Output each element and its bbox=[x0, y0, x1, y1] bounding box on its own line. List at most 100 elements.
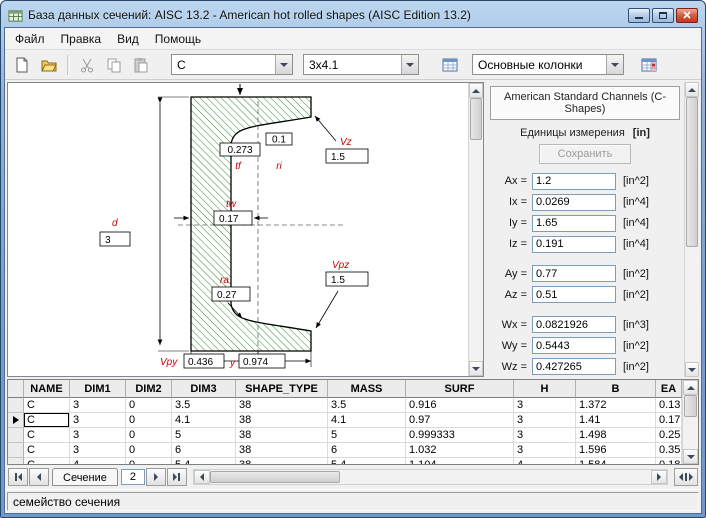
shape-size-combo[interactable]: 3x4.1 bbox=[303, 54, 419, 75]
cell[interactable]: C bbox=[24, 398, 70, 413]
cell[interactable]: 1.032 bbox=[406, 443, 514, 458]
cell[interactable]: 6 bbox=[172, 443, 236, 458]
cell[interactable]: 0.17 bbox=[656, 413, 682, 428]
cell[interactable]: 5.4 bbox=[328, 458, 406, 464]
scrollbar-track[interactable] bbox=[469, 98, 483, 361]
cell[interactable]: 0.916 bbox=[406, 398, 514, 413]
col-name[interactable]: NAME bbox=[24, 380, 70, 398]
drawing-vertical-scrollbar[interactable] bbox=[468, 83, 483, 376]
scroll-up-button[interactable] bbox=[685, 82, 699, 97]
current-cell[interactable]: C bbox=[24, 413, 70, 428]
iz-input[interactable] bbox=[532, 235, 616, 253]
wy-input[interactable] bbox=[532, 337, 616, 355]
cell[interactable]: 4.1 bbox=[328, 413, 406, 428]
row-selector[interactable] bbox=[8, 443, 24, 458]
table-row[interactable]: C 3 0 3.5 38 3.5 0.916 3 1.372 0.132 bbox=[8, 398, 682, 413]
table-row-current[interactable]: C 3 0 4.1 38 4.1 0.97 3 1.41 0.17 bbox=[8, 413, 682, 428]
col-dim2[interactable]: DIM2 bbox=[126, 380, 172, 398]
paste-button[interactable] bbox=[128, 53, 153, 77]
next-record-button[interactable] bbox=[145, 468, 166, 486]
combo-dropdown-button[interactable] bbox=[401, 55, 418, 74]
row-selector[interactable] bbox=[8, 428, 24, 443]
open-button[interactable] bbox=[36, 53, 61, 77]
cell[interactable]: 4.1 bbox=[172, 413, 236, 428]
menu-help[interactable]: Помощь bbox=[147, 29, 209, 49]
table-row[interactable]: C 3 0 6 38 6 1.032 3 1.596 0.356 bbox=[8, 443, 682, 458]
scrollbar-thumb[interactable] bbox=[686, 97, 698, 247]
cell[interactable]: 38 bbox=[236, 458, 328, 464]
combo-dropdown-button[interactable] bbox=[606, 55, 623, 74]
cell[interactable]: 3.5 bbox=[328, 398, 406, 413]
last-record-button[interactable] bbox=[166, 468, 187, 486]
cell[interactable]: 0.999333 bbox=[406, 428, 514, 443]
cell[interactable]: 38 bbox=[236, 443, 328, 458]
cell[interactable]: 6 bbox=[328, 443, 406, 458]
col-ea[interactable]: EA bbox=[656, 380, 682, 398]
cell[interactable]: 0 bbox=[126, 428, 172, 443]
scrollbar-thumb[interactable] bbox=[684, 395, 697, 417]
cell[interactable]: 0.184 bbox=[656, 458, 682, 464]
col-h[interactable]: H bbox=[514, 380, 576, 398]
cell[interactable]: 0.356 bbox=[656, 443, 682, 458]
cell[interactable]: 0 bbox=[126, 413, 172, 428]
table-row[interactable]: C 3 0 5 38 5 0.999333 3 1.498 0.258 bbox=[8, 428, 682, 443]
cell[interactable]: 0.97 bbox=[406, 413, 514, 428]
scroll-left-button[interactable] bbox=[193, 470, 210, 484]
col-dim1[interactable]: DIM1 bbox=[70, 380, 126, 398]
cell[interactable]: 3 bbox=[514, 428, 576, 443]
maximize-button[interactable] bbox=[652, 7, 674, 23]
col-mass[interactable]: MASS bbox=[328, 380, 406, 398]
menu-view[interactable]: Вид bbox=[109, 29, 147, 49]
wz-input[interactable] bbox=[532, 358, 616, 376]
cell[interactable]: 0 bbox=[126, 398, 172, 413]
cell[interactable]: C bbox=[24, 428, 70, 443]
cell[interactable]: 4 bbox=[514, 458, 576, 464]
first-record-button[interactable] bbox=[8, 468, 28, 486]
row-selector[interactable] bbox=[8, 398, 24, 413]
ax-input[interactable] bbox=[532, 172, 616, 190]
table-row[interactable]: C 4 0 5.4 38 5.4 1.104 4 1.584 0.184 bbox=[8, 458, 682, 464]
col-shape-type[interactable]: SHAPE_TYPE bbox=[236, 380, 328, 398]
wx-input[interactable] bbox=[532, 316, 616, 334]
scroll-right-button[interactable] bbox=[651, 470, 667, 484]
cell[interactable]: 0 bbox=[126, 458, 172, 464]
scroll-down-button[interactable] bbox=[469, 361, 483, 376]
scroll-up-button[interactable] bbox=[469, 83, 483, 98]
cell[interactable]: 1.104 bbox=[406, 458, 514, 464]
copy-button[interactable] bbox=[101, 53, 126, 77]
cell[interactable]: 3 bbox=[70, 398, 126, 413]
columns-preset-combo[interactable]: Основные колонки bbox=[472, 54, 624, 75]
cell[interactable]: 5.4 bbox=[172, 458, 236, 464]
cell[interactable]: C bbox=[24, 443, 70, 458]
cell[interactable]: 1.41 bbox=[576, 413, 656, 428]
menu-edit[interactable]: Правка bbox=[53, 29, 110, 49]
shape-family-combo[interactable]: C bbox=[171, 54, 293, 75]
cell[interactable]: 3 bbox=[70, 443, 126, 458]
row-selector[interactable] bbox=[8, 458, 24, 464]
cell[interactable]: 3.5 bbox=[172, 398, 236, 413]
prev-record-button[interactable] bbox=[29, 468, 49, 486]
cell[interactable]: 4 bbox=[70, 458, 126, 464]
scrollbar-track[interactable] bbox=[209, 470, 651, 484]
scrollbar-thumb[interactable] bbox=[209, 471, 340, 483]
cell[interactable]: 5 bbox=[172, 428, 236, 443]
ay-input[interactable] bbox=[532, 265, 616, 283]
properties-vertical-scrollbar[interactable] bbox=[684, 82, 699, 377]
cell[interactable]: 38 bbox=[236, 398, 328, 413]
scrollbar-thumb[interactable] bbox=[470, 98, 482, 140]
cell[interactable]: 3 bbox=[70, 428, 126, 443]
cell[interactable]: 0.258 bbox=[656, 428, 682, 443]
ix-input[interactable] bbox=[532, 193, 616, 211]
cell[interactable]: 1.498 bbox=[576, 428, 656, 443]
close-button[interactable] bbox=[676, 7, 698, 23]
cell[interactable]: 1.584 bbox=[576, 458, 656, 464]
cell[interactable]: 38 bbox=[236, 428, 328, 443]
grid-vertical-scrollbar[interactable] bbox=[682, 380, 698, 464]
cell[interactable]: 3 bbox=[514, 398, 576, 413]
scroll-up-button[interactable] bbox=[683, 380, 698, 395]
col-dim3[interactable]: DIM3 bbox=[172, 380, 236, 398]
splitter-button[interactable] bbox=[674, 468, 698, 486]
scroll-down-button[interactable] bbox=[683, 449, 698, 464]
save-button[interactable]: Сохранить bbox=[539, 144, 631, 164]
scrollbar-track[interactable] bbox=[685, 97, 699, 362]
